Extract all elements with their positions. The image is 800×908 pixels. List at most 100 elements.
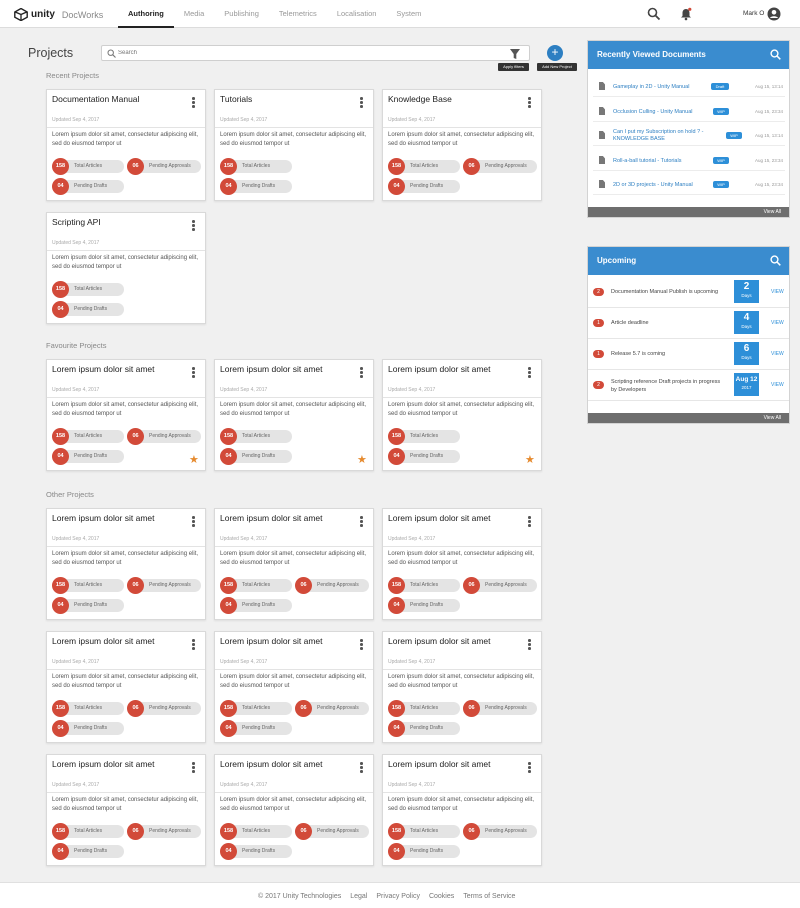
pending-approvals-chip[interactable]: 06 Pending Approvals <box>127 823 201 840</box>
total-articles-chip[interactable]: 158 Total Articles <box>52 823 124 840</box>
pending-drafts-chip[interactable]: 04 Pending Drafts <box>388 843 460 860</box>
project-card[interactable]: Lorem ipsum dolor sit amet Updated Sep 4,… <box>46 508 206 620</box>
recent-document-row[interactable]: Gameplay in 2D - Unity Manual Draft Aug 15… <box>593 77 785 97</box>
favourite-star-icon[interactable]: ★ <box>357 455 367 466</box>
pending-drafts-chip[interactable]: 04 Pending Drafts <box>52 448 124 465</box>
pending-drafts-chip[interactable]: 04 Pending Drafts <box>220 597 292 614</box>
unity-logo[interactable]: unity DocWorks <box>14 8 103 21</box>
recent-document-row[interactable]: Roll-a-ball tutorial - Tutorials WIP Aug 1… <box>593 151 785 171</box>
pending-approvals-chip[interactable]: 06 Pending Approvals <box>295 823 369 840</box>
project-card[interactable]: Lorem ipsum dolor sit amet Updated Sep 4,… <box>214 631 374 743</box>
project-card[interactable]: Knowledge Base Updated Sep 4, 2017 Lorem i… <box>382 89 542 201</box>
more-options-icon[interactable] <box>360 367 363 378</box>
more-options-icon[interactable] <box>528 97 531 108</box>
more-options-icon[interactable] <box>360 516 363 527</box>
total-articles-chip[interactable]: 158 Total Articles <box>220 823 292 840</box>
more-options-icon[interactable] <box>192 516 195 527</box>
pending-approvals-chip[interactable]: 06 Pending Approvals <box>463 577 537 594</box>
tab-publishing[interactable]: Publishing <box>214 0 269 28</box>
document-name[interactable]: Roll-a-ball tutorial - Tutorials <box>613 158 681 164</box>
total-articles-chip[interactable]: 158 Total Articles <box>388 428 460 445</box>
total-articles-chip[interactable]: 158 Total Articles <box>220 700 292 717</box>
favourite-star-icon[interactable]: ★ <box>189 455 199 466</box>
total-articles-chip[interactable]: 158 Total Articles <box>52 428 124 445</box>
add-project-button[interactable]: + <box>547 45 563 61</box>
upcoming-view-link[interactable]: VIEW <box>771 382 784 388</box>
footer-link-privacy[interactable]: Privacy Policy <box>376 893 420 900</box>
total-articles-chip[interactable]: 158 Total Articles <box>388 823 460 840</box>
total-articles-chip[interactable]: 158 Total Articles <box>388 158 460 175</box>
project-card[interactable]: Lorem ipsum dolor sit amet Updated Sep 4,… <box>382 631 542 743</box>
project-card[interactable]: Lorem ipsum dolor sit amet Updated Sep 4,… <box>382 359 542 471</box>
total-articles-chip[interactable]: 158 Total Articles <box>52 577 124 594</box>
more-options-icon[interactable] <box>528 516 531 527</box>
user-avatar-icon[interactable] <box>767 7 781 21</box>
notification-bell-icon[interactable] <box>679 7 693 21</box>
pending-drafts-chip[interactable]: 04 Pending Drafts <box>388 448 460 465</box>
project-card[interactable]: Lorem ipsum dolor sit amet Updated Sep 4,… <box>214 754 374 866</box>
total-articles-chip[interactable]: 158 Total Articles <box>388 577 460 594</box>
pending-approvals-chip[interactable]: 06 Pending Approvals <box>127 428 201 445</box>
total-articles-chip[interactable]: 158 Total Articles <box>52 700 124 717</box>
project-card[interactable]: Lorem ipsum dolor sit amet Updated Sep 4,… <box>46 754 206 866</box>
more-options-icon[interactable] <box>528 762 531 773</box>
pending-drafts-chip[interactable]: 04 Pending Drafts <box>220 448 292 465</box>
total-articles-chip[interactable]: 158 Total Articles <box>388 700 460 717</box>
pending-drafts-chip[interactable]: 04 Pending Drafts <box>52 843 124 860</box>
more-options-icon[interactable] <box>192 97 195 108</box>
more-options-icon[interactable] <box>360 639 363 650</box>
total-articles-chip[interactable]: 158 Total Articles <box>220 158 292 175</box>
more-options-icon[interactable] <box>192 220 195 231</box>
pending-drafts-chip[interactable]: 04 Pending Drafts <box>388 178 460 195</box>
user-name[interactable]: Mark O <box>743 10 764 17</box>
recently-viewed-view-all[interactable]: View All <box>588 207 789 217</box>
more-options-icon[interactable] <box>360 97 363 108</box>
tab-authoring[interactable]: Authoring <box>118 0 174 28</box>
pending-approvals-chip[interactable]: 06 Pending Approvals <box>127 577 201 594</box>
pending-approvals-chip[interactable]: 06 Pending Approvals <box>463 700 537 717</box>
search-icon[interactable] <box>770 255 781 266</box>
favourite-star-icon[interactable]: ★ <box>525 455 535 466</box>
pending-approvals-chip[interactable]: 06 Pending Approvals <box>295 577 369 594</box>
pending-drafts-chip[interactable]: 04 Pending Drafts <box>52 720 124 737</box>
tab-system[interactable]: System <box>386 0 431 28</box>
project-card[interactable]: Scripting API Updated Sep 4, 2017 Lorem ip… <box>46 212 206 324</box>
more-options-icon[interactable] <box>360 762 363 773</box>
total-articles-chip[interactable]: 158 Total Articles <box>220 577 292 594</box>
pending-drafts-chip[interactable]: 04 Pending Drafts <box>220 720 292 737</box>
tab-media[interactable]: Media <box>174 0 214 28</box>
search-field[interactable] <box>101 45 530 61</box>
total-articles-chip[interactable]: 158 Total Articles <box>52 281 124 298</box>
footer-link-cookies[interactable]: Cookies <box>429 893 454 900</box>
footer-link-terms[interactable]: Terms of Service <box>463 893 515 900</box>
upcoming-view-link[interactable]: VIEW <box>771 289 784 295</box>
document-name[interactable]: Can I put my Subscription on hold ? - KN… <box>613 129 713 143</box>
project-card[interactable]: Lorem ipsum dolor sit amet Updated Sep 4,… <box>382 754 542 866</box>
project-card[interactable]: Lorem ipsum dolor sit amet Updated Sep 4,… <box>214 359 374 471</box>
more-options-icon[interactable] <box>192 639 195 650</box>
more-options-icon[interactable] <box>192 762 195 773</box>
document-name[interactable]: Occlusion Culling - Unity Manual <box>613 109 692 115</box>
recent-document-row[interactable]: Can I put my Subscription on hold ? - KN… <box>593 126 785 146</box>
project-card[interactable]: Tutorials Updated Sep 4, 2017 Lorem ipsum … <box>214 89 374 201</box>
pending-drafts-chip[interactable]: 04 Pending Drafts <box>52 178 124 195</box>
pending-approvals-chip[interactable]: 06 Pending Approvals <box>295 700 369 717</box>
recent-document-row[interactable]: Occlusion Culling - Unity Manual WIP Aug 1… <box>593 102 785 122</box>
search-input[interactable] <box>118 47 498 59</box>
filter-icon[interactable] <box>508 48 522 60</box>
upcoming-view-link[interactable]: VIEW <box>771 320 784 326</box>
search-icon[interactable] <box>770 49 781 60</box>
pending-drafts-chip[interactable]: 04 Pending Drafts <box>220 178 292 195</box>
total-articles-chip[interactable]: 158 Total Articles <box>220 428 292 445</box>
pending-drafts-chip[interactable]: 04 Pending Drafts <box>52 301 124 318</box>
pending-approvals-chip[interactable]: 06 Pending Approvals <box>463 158 537 175</box>
more-options-icon[interactable] <box>528 367 531 378</box>
pending-approvals-chip[interactable]: 06 Pending Approvals <box>127 700 201 717</box>
pending-approvals-chip[interactable]: 06 Pending Approvals <box>127 158 201 175</box>
project-card[interactable]: Lorem ipsum dolor sit amet Updated Sep 4,… <box>46 631 206 743</box>
project-card[interactable]: Documentation Manual Updated Sep 4, 2017 L… <box>46 89 206 201</box>
search-icon[interactable] <box>647 7 661 21</box>
tab-telemetrics[interactable]: Telemetrics <box>269 0 327 28</box>
pending-drafts-chip[interactable]: 04 Pending Drafts <box>52 597 124 614</box>
pending-drafts-chip[interactable]: 04 Pending Drafts <box>220 843 292 860</box>
